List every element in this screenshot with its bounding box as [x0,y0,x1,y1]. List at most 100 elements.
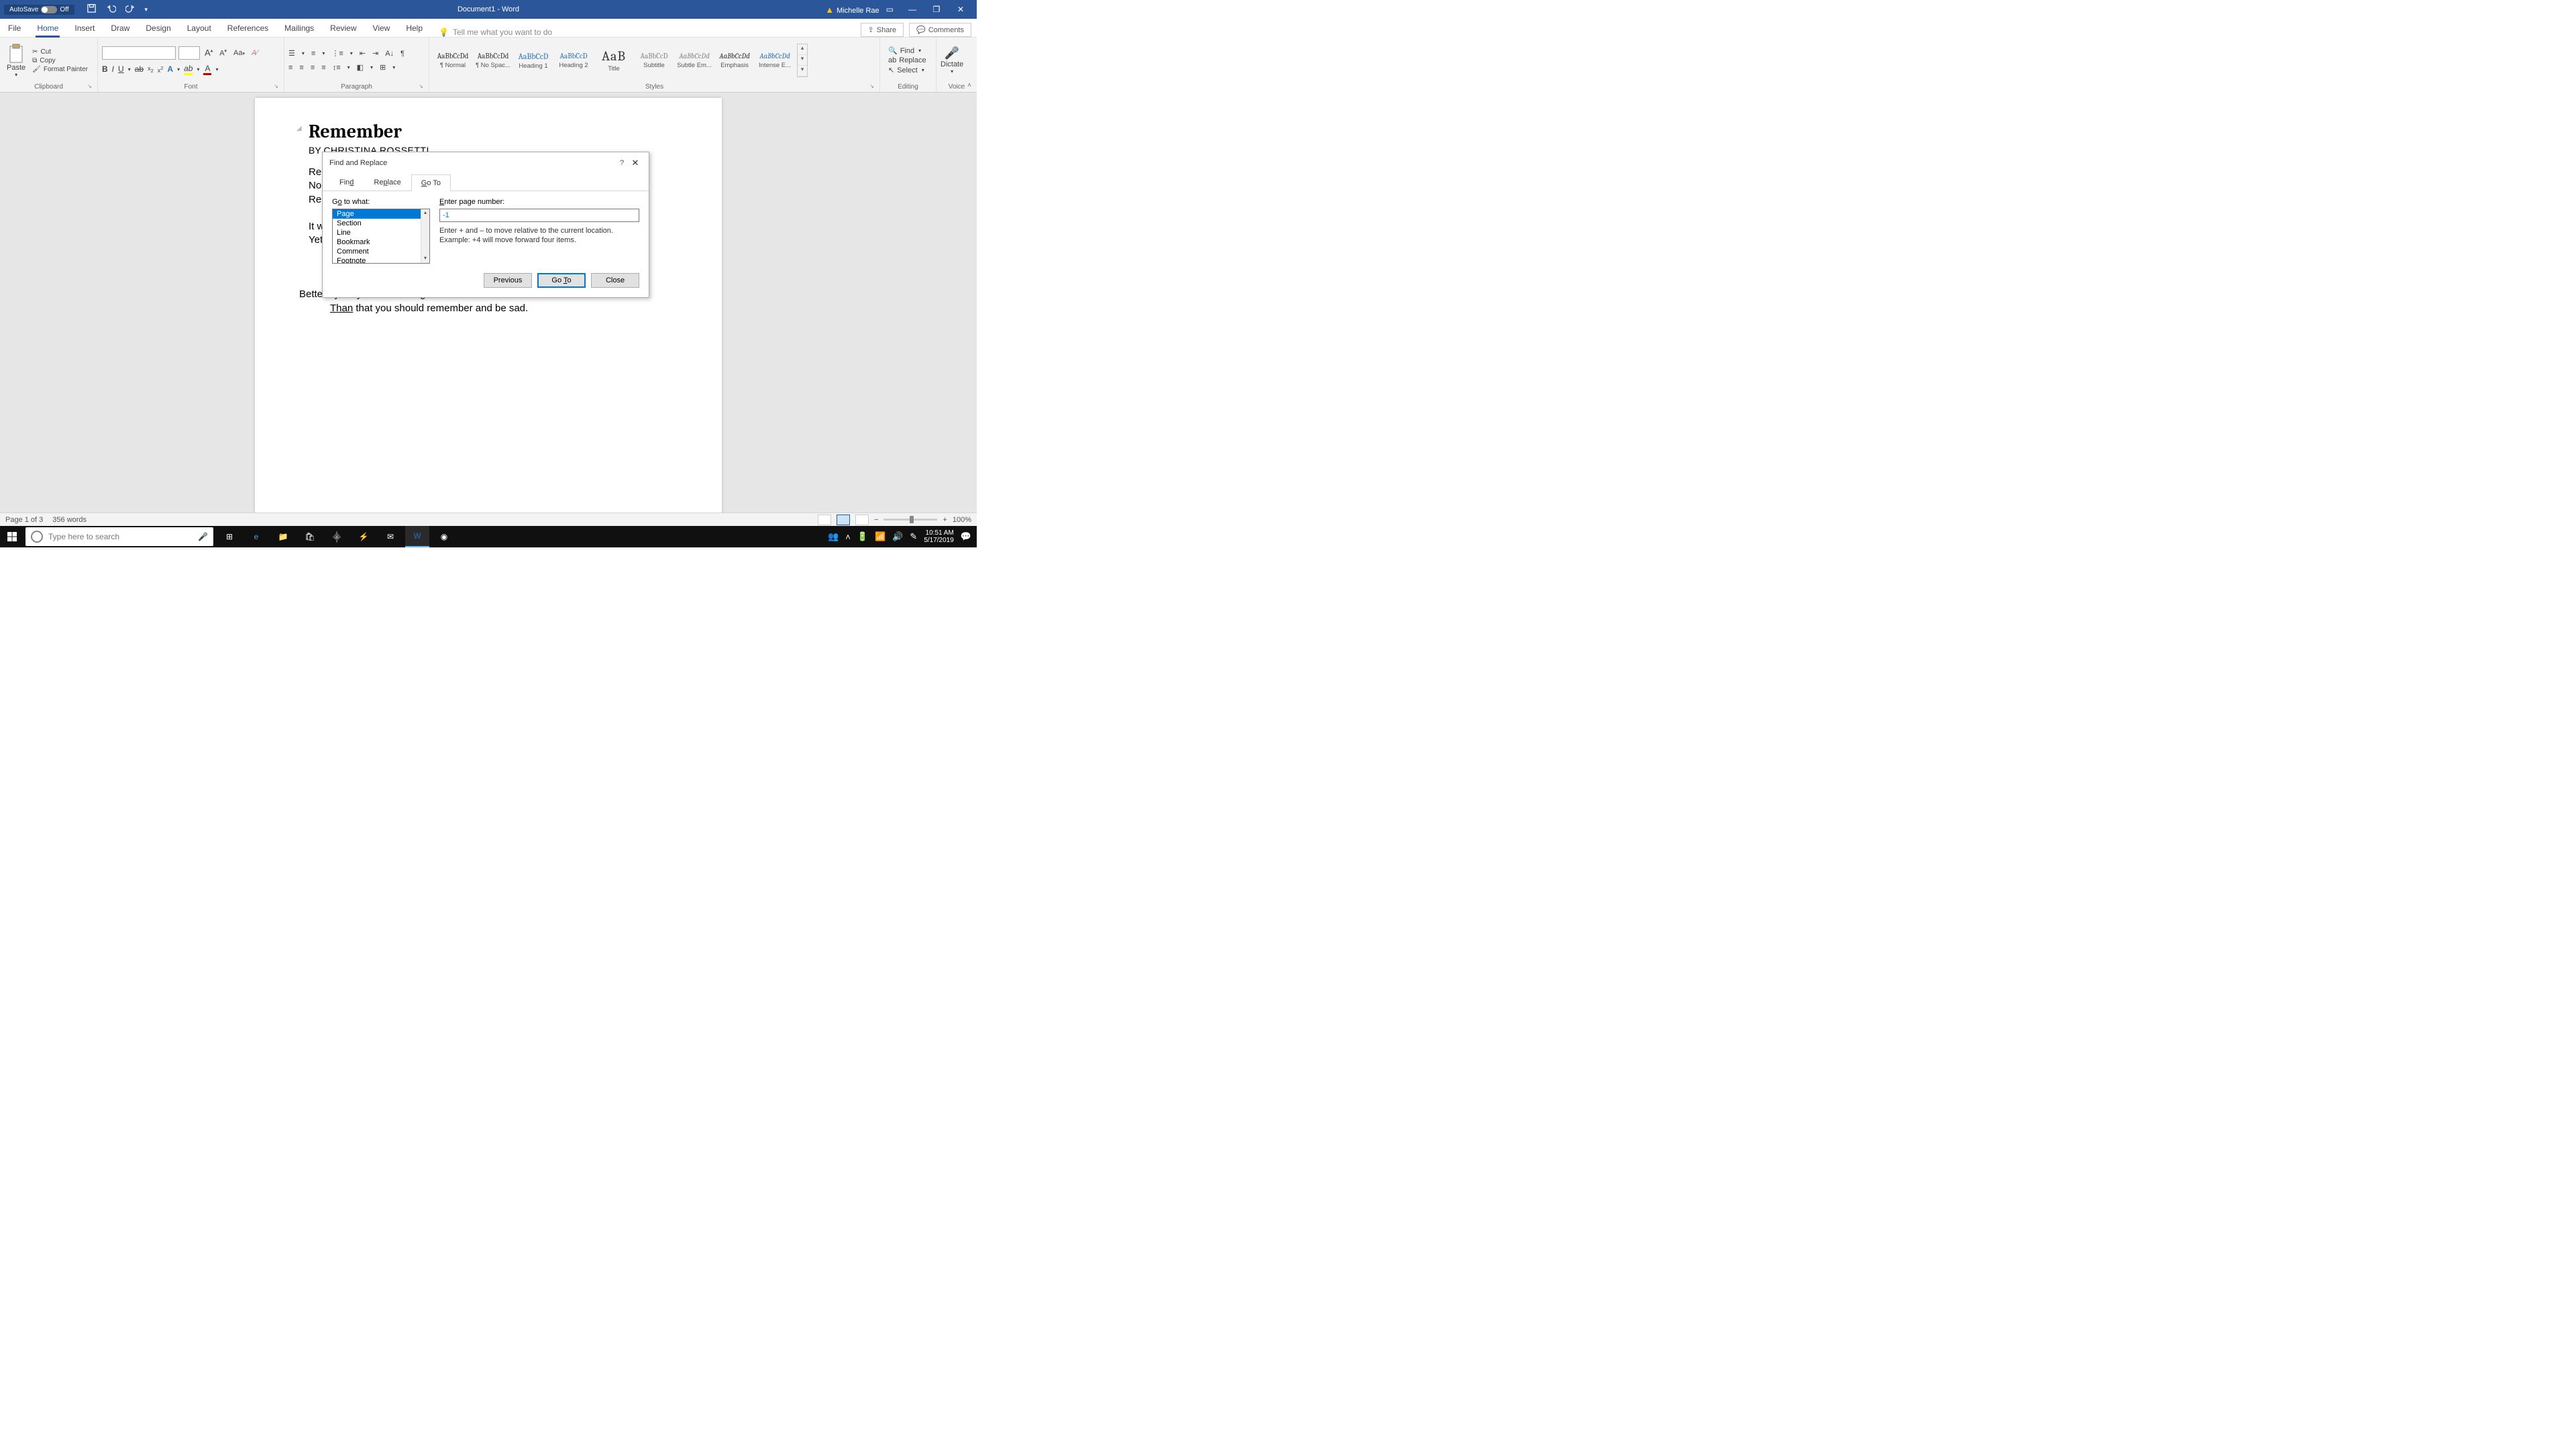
bullets-dropdown-icon[interactable]: ▾ [302,50,305,56]
numbering-button[interactable]: ≡ [311,50,315,58]
clock[interactable]: 10:51 AM 5/17/2019 [924,529,954,544]
goto-list-item[interactable]: Footnote [333,256,429,264]
qat-dropdown-icon[interactable]: ▾ [145,6,148,13]
previous-button[interactable]: Previous [484,273,532,288]
ribbon-display-icon[interactable]: ▭ [886,5,894,14]
lightning-app-icon[interactable]: ⚡ [352,526,376,547]
tab-references[interactable]: References [219,19,276,37]
pen-icon[interactable]: ✎ [910,531,917,542]
text-effects-dropdown-icon[interactable]: ▾ [177,66,180,72]
style-item[interactable]: AaBbCcDdSubtle Em... [675,43,714,78]
borders-button[interactable]: ⊞ [380,63,386,72]
align-left-button[interactable]: ≡ [288,64,292,72]
scroll-up-icon[interactable]: ▴ [421,209,429,217]
font-color-dropdown-icon[interactable]: ▾ [215,66,218,72]
paragraph-launcher-icon[interactable]: ↘ [419,83,423,89]
heading-collapse-icon[interactable]: ◢ [297,125,302,132]
goto-what-list[interactable]: PageSectionLineBookmarkCommentFootnoteEn… [332,209,430,264]
align-right-button[interactable]: ≡ [311,64,315,72]
read-mode-button[interactable] [818,515,831,525]
font-launcher-icon[interactable]: ↘ [274,83,278,89]
close-dialog-button[interactable]: Close [591,273,639,288]
taskbar-search[interactable]: Type here to search 🎤 [25,527,213,546]
shading-dropdown-icon[interactable]: ▾ [370,64,373,70]
undo-icon[interactable] [106,3,116,15]
style-item[interactable]: AaBTitle [594,43,633,78]
word-count[interactable]: 356 words [52,516,87,524]
style-item[interactable]: AaBbCcDdEmphasis [715,43,754,78]
account-warning[interactable]: ▲Michelle Rae [825,5,879,15]
line-spacing-dropdown-icon[interactable]: ▾ [347,64,350,70]
zoom-slider[interactable] [883,519,937,521]
justify-button[interactable]: ≡ [321,64,325,72]
goto-list-item[interactable]: Line [333,228,429,237]
shrink-font-button[interactable]: A▾ [217,47,229,59]
strikethrough-button[interactable]: ab [135,64,144,74]
scroll-down-icon[interactable]: ▾ [421,255,429,263]
zoom-in-button[interactable]: + [943,516,947,524]
change-case-button[interactable]: Aa▾ [231,48,247,58]
select-button[interactable]: ↖Select▾ [888,66,926,74]
chrome-icon[interactable]: ◉ [432,526,456,547]
wifi-icon[interactable]: 📶 [875,531,885,542]
collapse-ribbon-icon[interactable]: ˄ [967,82,971,89]
subscript-button[interactable]: x2 [148,65,154,74]
superscript-button[interactable]: x2 [158,65,164,74]
web-layout-button[interactable] [855,515,869,525]
close-button[interactable]: ✕ [949,0,973,19]
dialog-close-button[interactable]: ✕ [629,158,642,168]
style-item[interactable]: AaBbCcDd¶ No Spac... [474,43,513,78]
style-item[interactable]: AaBbCcDHeading 2 [554,43,593,78]
font-color-button[interactable]: A [203,64,211,75]
battery-icon[interactable]: 🔋 [857,531,868,542]
edge-icon[interactable]: e [244,526,268,547]
bullets-button[interactable]: ☰ [288,49,295,58]
line-spacing-button[interactable]: ↕≡ [333,64,341,72]
people-icon[interactable]: 👥 [828,531,839,542]
tell-me-search[interactable]: 💡 Tell me what you want to do [439,28,552,37]
goto-button[interactable]: Go To [537,273,586,288]
mail-icon[interactable]: ✉ [378,526,402,547]
tab-review[interactable]: Review [322,19,364,37]
multilevel-button[interactable]: ⋮≡ [331,49,343,58]
highlight-dropdown-icon[interactable]: ▾ [197,66,199,72]
numbering-dropdown-icon[interactable]: ▾ [322,50,325,56]
underline-dropdown-icon[interactable]: ▾ [128,66,131,72]
bold-button[interactable]: B [102,64,108,74]
tray-chevron-icon[interactable]: ˄ [845,532,851,542]
show-marks-button[interactable]: ¶ [400,50,405,58]
style-item[interactable]: AaBbCcDHeading 1 [514,43,553,78]
dialog-tab-replace[interactable]: Replace [364,174,411,191]
style-item[interactable]: AaBbCcDSubtitle [635,43,674,78]
grow-font-button[interactable]: A▴ [203,46,215,59]
goto-list-item[interactable]: Page [333,209,429,219]
tab-insert[interactable]: Insert [66,19,103,37]
underline-button[interactable]: U [118,64,124,74]
minimize-button[interactable]: — [900,0,924,19]
replace-button[interactable]: abReplace [888,56,926,64]
style-item[interactable]: AaBbCcDdIntense E... [755,43,794,78]
start-button[interactable] [0,526,24,547]
increase-indent-button[interactable]: ⇥ [372,49,378,58]
page-number-input[interactable] [439,209,639,222]
shading-button[interactable]: ◧ [357,63,364,72]
sort-button[interactable]: A↓ [385,50,394,58]
tab-mailings[interactable]: Mailings [276,19,322,37]
notifications-icon[interactable]: 💬 [961,531,971,542]
styles-launcher-icon[interactable]: ↘ [869,83,874,89]
borders-dropdown-icon[interactable]: ▾ [392,64,395,70]
page-status[interactable]: Page 1 of 3 [5,516,43,524]
style-item[interactable]: AaBbCcDd¶ Normal [433,43,472,78]
font-name-input[interactable] [102,46,176,60]
dialog-tab-find[interactable]: Find [329,174,364,191]
task-view-button[interactable]: ⊞ [217,526,241,547]
save-icon[interactable] [87,3,97,15]
font-size-input[interactable] [178,46,200,60]
redo-icon[interactable] [125,3,136,15]
goto-list-item[interactable]: Section [333,219,429,228]
dialog-help-button[interactable]: ? [615,159,629,167]
zoom-out-button[interactable]: − [874,516,878,524]
dialog-titlebar[interactable]: Find and Replace ? ✕ [323,152,649,174]
share-button[interactable]: ⇪Share [861,23,904,37]
align-center-button[interactable]: ≡ [299,64,303,72]
